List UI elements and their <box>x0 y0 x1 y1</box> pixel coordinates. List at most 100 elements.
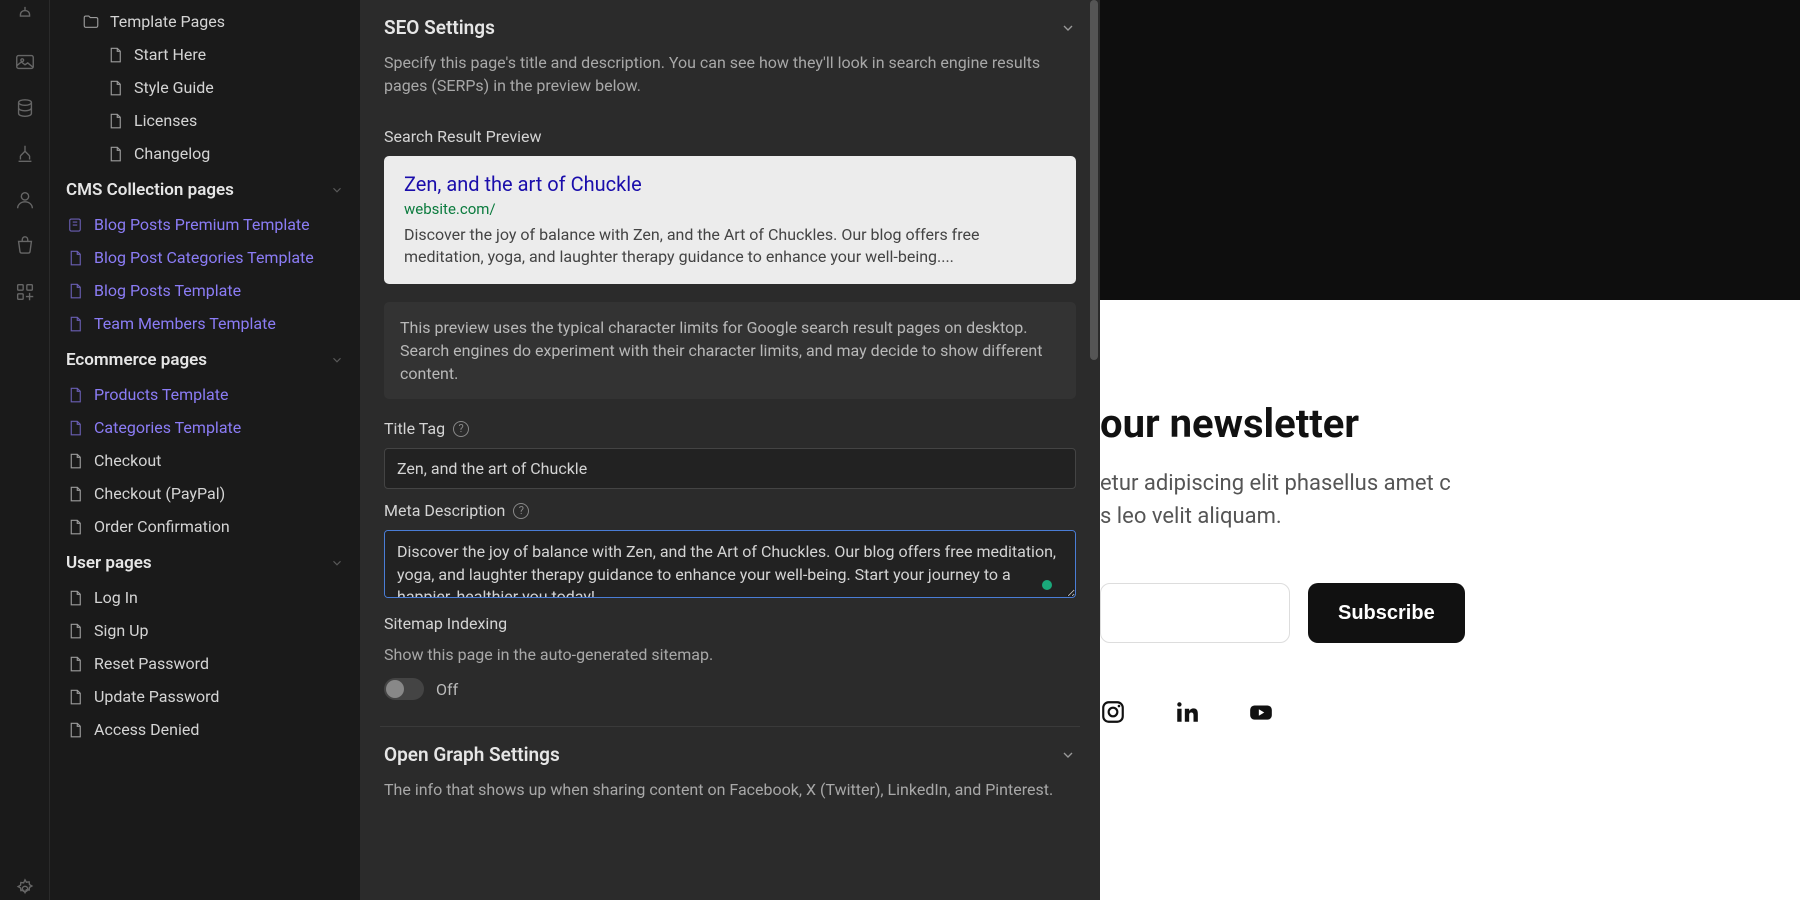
panel-title: SEO Settings <box>384 16 495 39</box>
section-title: Ecommerce pages <box>66 350 207 370</box>
page-icon <box>66 721 84 739</box>
database-icon[interactable] <box>14 97 36 119</box>
panel-title: Open Graph Settings <box>384 743 560 766</box>
sidebar-item-checkout-paypal[interactable]: Checkout (PayPal) <box>50 477 360 510</box>
email-field[interactable] <box>1100 583 1290 643</box>
sidebar-item-start-here[interactable]: Start Here <box>50 38 360 71</box>
sidebar-item-team-members[interactable]: Team Members Template <box>50 307 360 340</box>
scrollbar[interactable] <box>1090 0 1098 360</box>
sidebar-item-licenses[interactable]: Licenses <box>50 104 360 137</box>
sidebar-item-blog-posts-premium[interactable]: Blog Posts Premium Template <box>50 208 360 241</box>
page-icon <box>66 249 84 267</box>
sidebar-item-label: Team Members Template <box>94 314 276 333</box>
chevron-down-icon <box>330 353 344 367</box>
youtube-icon[interactable] <box>1248 699 1274 725</box>
sidebar-item-categories[interactable]: Categories Template <box>50 411 360 444</box>
page-icon <box>106 112 124 130</box>
subscribe-button[interactable]: Subscribe <box>1308 583 1465 643</box>
page-icon <box>66 282 84 300</box>
search-preview-label: Search Result Preview <box>380 115 1080 156</box>
sidebar-item-label: Reset Password <box>94 654 209 673</box>
meta-description-input[interactable] <box>384 530 1076 598</box>
page-icon <box>66 622 84 640</box>
page-icon <box>106 145 124 163</box>
pages-sidebar: Template Pages Start Here Style Guide Li… <box>50 0 360 900</box>
preview-note: This preview uses the typical character … <box>384 302 1076 400</box>
variables-icon[interactable] <box>14 143 36 165</box>
sidebar-section-ecommerce[interactable]: Ecommerce pages <box>50 340 360 378</box>
button-label: Subscribe <box>1338 602 1435 625</box>
apps-icon[interactable] <box>14 281 36 303</box>
sidebar-item-label: Update Password <box>94 687 219 706</box>
meta-description-label: Meta Description ? <box>380 489 1080 530</box>
page-icon <box>66 386 84 404</box>
folder-icon <box>82 13 100 31</box>
chevron-down-icon <box>330 556 344 570</box>
sidebar-item-label: Template Pages <box>110 12 225 31</box>
help-icon[interactable]: ? <box>513 503 529 519</box>
brush-icon[interactable] <box>14 5 36 27</box>
sidebar-item-blog-posts[interactable]: Blog Posts Template <box>50 274 360 307</box>
sidebar-item-changelog[interactable]: Changelog <box>50 137 360 170</box>
og-description: The info that shows up when sharing cont… <box>380 778 1080 819</box>
users-icon[interactable] <box>14 189 36 211</box>
sidebar-item-label: Blog Posts Template <box>94 281 241 300</box>
sidebar-item-label: Checkout (PayPal) <box>94 484 225 503</box>
title-tag-label: Title Tag ? <box>380 407 1080 448</box>
settings-icon[interactable] <box>14 878 36 900</box>
sidebar-folder-template-pages[interactable]: Template Pages <box>50 5 360 38</box>
sidebar-item-label: Blog Posts Premium Template <box>94 215 310 234</box>
newsletter-heading: our newsletter <box>1100 400 1800 447</box>
sidebar-item-checkout[interactable]: Checkout <box>50 444 360 477</box>
sidebar-section-user[interactable]: User pages <box>50 543 360 581</box>
preview-url: website.com/ <box>404 200 1056 218</box>
linkedin-icon[interactable] <box>1174 699 1200 725</box>
instagram-icon[interactable] <box>1100 699 1126 725</box>
sidebar-item-order-confirmation[interactable]: Order Confirmation <box>50 510 360 543</box>
sidebar-item-signup[interactable]: Sign Up <box>50 614 360 647</box>
page-icon <box>66 589 84 607</box>
sidebar-item-label: Start Here <box>134 45 206 64</box>
sidebar-item-products[interactable]: Products Template <box>50 378 360 411</box>
page-icon <box>66 518 84 536</box>
sitemap-label: Sitemap Indexing <box>380 602 1080 643</box>
label-text: Title Tag <box>384 419 445 438</box>
seo-description: Specify this page's title and descriptio… <box>380 51 1080 115</box>
page-icon <box>66 452 84 470</box>
settings-panel: SEO Settings Specify this page's title a… <box>360 0 1100 900</box>
sidebar-item-label: Changelog <box>134 144 210 163</box>
search-result-preview: Zen, and the art of Chuckle website.com/… <box>384 156 1076 283</box>
sitemap-toggle[interactable] <box>384 678 424 700</box>
sidebar-item-label: Checkout <box>94 451 161 470</box>
page-icon <box>66 688 84 706</box>
page-icon <box>66 315 84 333</box>
page-icon <box>66 485 84 503</box>
sidebar-item-label: Licenses <box>134 111 197 130</box>
chevron-down-icon <box>1060 747 1076 763</box>
sidebar-section-cms[interactable]: CMS Collection pages <box>50 170 360 208</box>
help-icon[interactable]: ? <box>453 421 469 437</box>
sidebar-item-label: Style Guide <box>134 78 214 97</box>
template-icon <box>66 216 84 234</box>
sidebar-item-blog-categories[interactable]: Blog Post Categories Template <box>50 241 360 274</box>
chevron-down-icon <box>330 183 344 197</box>
image-icon[interactable] <box>14 51 36 73</box>
sidebar-item-label: Products Template <box>94 385 228 404</box>
sidebar-item-style-guide[interactable]: Style Guide <box>50 71 360 104</box>
sidebar-item-reset-password[interactable]: Reset Password <box>50 647 360 680</box>
sidebar-item-label: Categories Template <box>94 418 241 437</box>
sidebar-item-update-password[interactable]: Update Password <box>50 680 360 713</box>
preview-desc: Discover the joy of balance with Zen, an… <box>404 224 1056 267</box>
label-text: Meta Description <box>384 501 505 520</box>
title-tag-input[interactable] <box>384 448 1076 489</box>
sidebar-item-login[interactable]: Log In <box>50 581 360 614</box>
ecommerce-icon[interactable] <box>14 235 36 257</box>
sidebar-item-access-denied[interactable]: Access Denied <box>50 713 360 746</box>
sidebar-item-label: Access Denied <box>94 720 199 739</box>
seo-section-header[interactable]: SEO Settings <box>380 0 1080 51</box>
sitemap-description: Show this page in the auto-generated sit… <box>380 643 1080 674</box>
canvas-preview: our newsletter etur adipiscing elit phas… <box>1100 0 1800 900</box>
toggle-state-label: Off <box>436 680 458 699</box>
page-icon <box>66 655 84 673</box>
og-section-header[interactable]: Open Graph Settings <box>380 727 1080 778</box>
